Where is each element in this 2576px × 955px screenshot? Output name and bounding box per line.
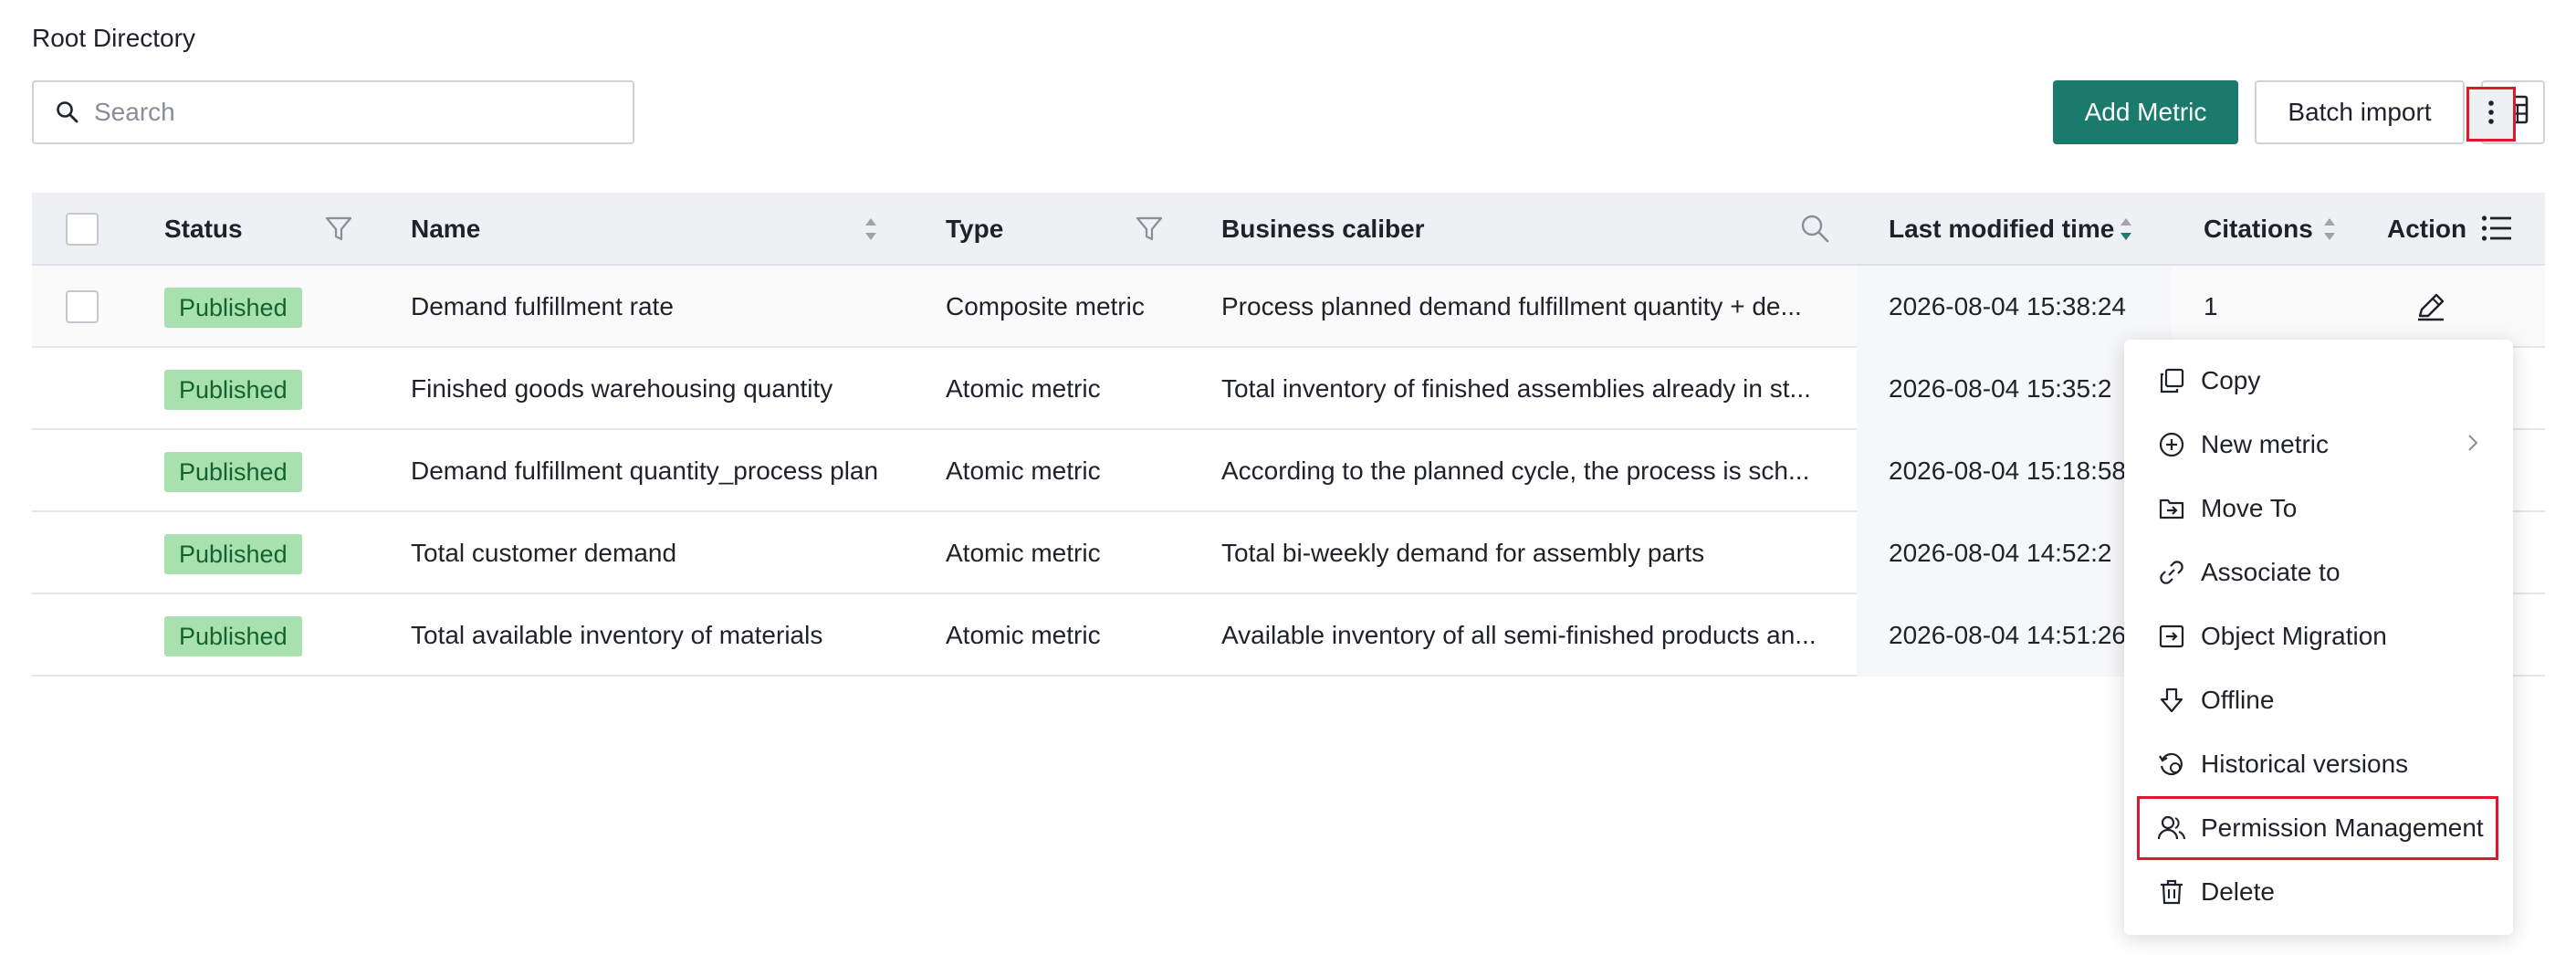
menu-item-associate-to[interactable]: Associate to	[2124, 540, 2513, 604]
business-caliber: Total inventory of finished assemblies a…	[1221, 374, 1811, 403]
menu-item-label: Associate to	[2201, 558, 2340, 586]
row-checkbox[interactable]	[66, 290, 99, 323]
menu-item-label: Copy	[2201, 366, 2261, 394]
business-caliber: Available inventory of all semi-finished…	[1221, 621, 1817, 649]
more-actions-button[interactable]	[2466, 87, 2516, 142]
menu-item-new-metric[interactable]: New metric	[2124, 413, 2513, 477]
menu-item-label: Object Migration	[2201, 622, 2387, 650]
link-icon	[2157, 558, 2186, 587]
column-header-type: Type	[946, 215, 1004, 243]
breadcrumb: Root Directory	[32, 24, 195, 52]
metric-type: Atomic metric	[946, 374, 1101, 403]
type-filter-icon[interactable]	[1135, 215, 1164, 248]
offline-icon	[2157, 686, 2186, 715]
menu-item-delete[interactable]: Delete	[2124, 860, 2513, 924]
status-badge: Published	[164, 616, 302, 656]
metric-type: Atomic metric	[946, 621, 1101, 649]
metric-type: Composite metric	[946, 292, 1145, 320]
search-icon	[56, 99, 83, 126]
last-modified-sort-icon[interactable]	[2119, 215, 2133, 248]
menu-item-offline[interactable]: Offline	[2124, 668, 2513, 732]
metric-name[interactable]: Finished goods warehousing quantity	[411, 348, 832, 430]
column-header-citations: Citations	[2204, 215, 2313, 243]
menu-item-label: Move To	[2201, 494, 2298, 522]
menu-item-label: Delete	[2201, 877, 2275, 906]
business-caliber: According to the planned cycle, the proc…	[1221, 457, 1810, 485]
plus-circle-icon	[2157, 430, 2186, 459]
business-caliber-search-icon[interactable]	[1799, 213, 1830, 248]
batch-import-button[interactable]: Batch import	[2255, 80, 2465, 144]
menu-item-label: New metric	[2201, 430, 2330, 458]
metric-name[interactable]: Demand fulfillment quantity_process plan	[411, 430, 878, 512]
migration-icon	[2157, 622, 2186, 651]
table-header: Status Name Type Business caliber Last m…	[32, 193, 2545, 266]
metric-type: Atomic metric	[946, 457, 1101, 485]
status-badge: Published	[164, 534, 302, 574]
select-all-checkbox[interactable]	[66, 213, 99, 246]
search-box[interactable]	[32, 80, 634, 144]
name-sort-icon[interactable]	[864, 215, 878, 248]
menu-item-move-to[interactable]: Move To	[2124, 477, 2513, 540]
add-metric-button[interactable]: Add Metric	[2053, 80, 2238, 144]
status-badge: Published	[164, 452, 302, 492]
column-header-last-modified: Last modified time	[1889, 215, 2115, 243]
last-modified-time: 2026-08-04 15:38:24	[1857, 266, 2172, 348]
metric-name[interactable]: Total available inventory of materials	[411, 594, 822, 677]
table-row[interactable]: Published Demand fulfillment rate Compos…	[32, 266, 2545, 348]
menu-item-object-migration[interactable]: Object Migration	[2124, 604, 2513, 668]
menu-item-permission-management[interactable]: Permission Management	[2137, 796, 2498, 860]
users-icon	[2157, 813, 2186, 843]
copy-icon	[2157, 366, 2186, 395]
edit-icon[interactable]	[2414, 290, 2447, 323]
search-input[interactable]	[94, 98, 605, 127]
list-settings-icon[interactable]	[2481, 215, 2512, 247]
move-to-icon	[2157, 494, 2186, 523]
column-header-status: Status	[164, 215, 243, 243]
citations-sort-icon[interactable]	[2322, 215, 2337, 248]
status-badge: Published	[164, 288, 302, 328]
row-action-menu: Copy New metric Move To Associate to Obj…	[2124, 340, 2513, 935]
column-header-name: Name	[411, 215, 481, 243]
history-icon	[2157, 750, 2186, 779]
vertical-ellipsis-icon	[2487, 99, 2495, 131]
metric-name[interactable]: Total customer demand	[411, 512, 676, 594]
column-header-business-caliber: Business caliber	[1221, 215, 1425, 243]
menu-item-label: Offline	[2201, 686, 2275, 714]
business-caliber: Process planned demand fulfillment quant…	[1221, 292, 1802, 320]
business-caliber: Total bi-weekly demand for assembly part…	[1221, 539, 1705, 567]
status-filter-icon[interactable]	[324, 215, 353, 248]
menu-item-historical-versions[interactable]: Historical versions	[2124, 732, 2513, 796]
menu-item-copy[interactable]: Copy	[2124, 349, 2513, 413]
chevron-right-icon	[2466, 430, 2479, 459]
column-header-action: Action	[2387, 215, 2467, 243]
metric-type: Atomic metric	[946, 539, 1101, 567]
citations-count: 1	[2204, 292, 2218, 320]
metric-name[interactable]: Demand fulfillment rate	[411, 266, 674, 348]
status-badge: Published	[164, 370, 302, 410]
trash-icon	[2157, 877, 2186, 907]
menu-item-label: Permission Management	[2201, 813, 2484, 842]
menu-item-label: Historical versions	[2201, 750, 2409, 778]
